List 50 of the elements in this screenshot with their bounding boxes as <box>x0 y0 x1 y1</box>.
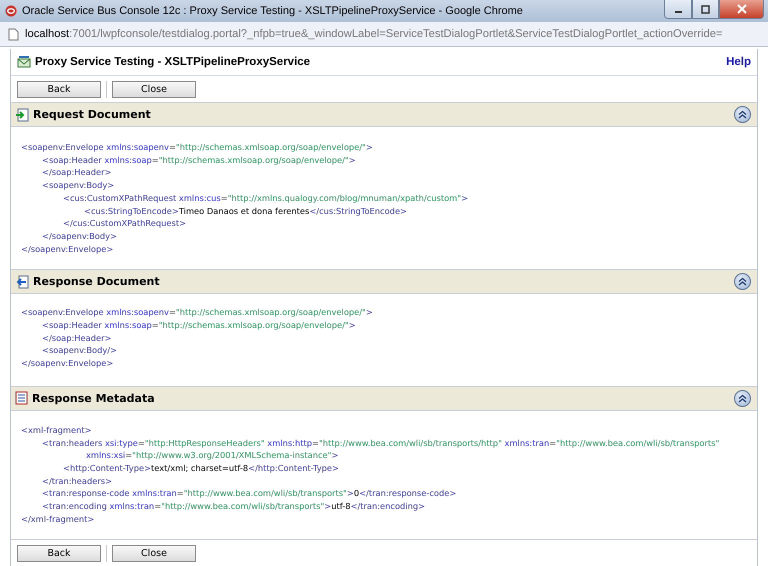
collapse-button[interactable] <box>734 390 751 407</box>
xml-line: </soapenv:Envelope> <box>21 242 114 256</box>
address-bar[interactable]: localhost:7001/lwpfconsole/testdialog.portal?_nfpb=true&_windowLabel=ServiceTestDialogPortlet&ServiceTestDialogPortlet_actionOverride= <box>0 22 768 47</box>
page-icon <box>8 28 19 40</box>
section-title: Request Document <box>33 108 152 121</box>
section-title: Response Metadata <box>32 392 156 405</box>
close-icon <box>736 4 746 14</box>
minimize-button[interactable] <box>664 0 692 19</box>
xml-line: <soapenv:Envelope xmlns:soapenv="http://schemas.xmlsoap.org/soap/envelope/"> <box>21 306 374 320</box>
back-button[interactable]: Back <box>17 80 101 98</box>
collapse-button[interactable] <box>734 273 751 290</box>
minimize-icon <box>674 11 682 13</box>
help-link[interactable]: Help <box>726 56 751 68</box>
xml-line: <soap:Header xmlns:soap="http://schemas.xmlsoap.org/soap/envelope/"> <box>41 319 357 332</box>
xml-line: <xml-fragment> <box>21 424 93 437</box>
xml-line: <cus:CustomXPathRequest xmlns:cus="http://xmlns.qualogy.com/blog/mnuman/xpath/custom"> <box>62 192 470 205</box>
xml-line: <cus:StringToEncode>Timeo Danaos et dona ferentes</cus:StringToEncode> <box>83 204 408 218</box>
xml-line: <tran:response-code xmlns:tran="http://www.bea.com/wli/sb/transports">0</tran:response-code> <box>41 487 458 500</box>
close-button[interactable]: Close <box>112 80 196 98</box>
collapse-button[interactable] <box>734 106 751 123</box>
xml-line: <http:Content-Type>text/xml; charset=utf-8</http:Content-Type> <box>62 462 340 475</box>
xml-line: <soapenv:Body/> <box>41 344 118 358</box>
xml-line: <soapenv:Envelope xmlns:soapenv="http://schemas.xmlsoap.org/soap/envelope/"> <box>21 141 374 154</box>
maximize-button[interactable] <box>692 0 719 19</box>
double-chevron-up-icon <box>738 277 747 286</box>
app-logo-icon <box>5 5 17 17</box>
maximize-icon <box>701 4 710 14</box>
url-text: localhost:7001/lwpfconsole/testdialog.portal?_nfpb=true&_windowLabel=ServiceTestDialogPortlet&ServiceTestDialogPortlet_actionOverride= <box>25 28 722 40</box>
document-icon <box>15 391 28 406</box>
envelope-icon <box>17 56 31 68</box>
xml-line: </cus:CustomXPathRequest> <box>62 217 188 230</box>
xml-line: </tran:headers> <box>41 474 114 488</box>
xml-line: <tran:headers xsi:type="http:HttpResponseHeaders" xmlns:http="http://www.bea.com/wli/sb/transports/http" xmlns:tran="http://www.bea.com/wli/sb/transports" xmlns:xsi="http://www.w3.org/2001/XMLSchema-instance"> <box>41 436 720 462</box>
document-arrow-icon <box>15 274 29 289</box>
xml-line: <soapenv:Body> <box>41 179 116 192</box>
window-title: Oracle Service Bus Console 12c : Proxy Service Testing - XSLTPipelineProxyService - Google Chrome <box>22 5 524 17</box>
xml-line: </soap:Header> <box>41 166 112 180</box>
xml-line: <soap:Header xmlns:soap="http://schemas.xmlsoap.org/soap/envelope/"> <box>41 154 357 166</box>
double-chevron-up-icon <box>738 394 747 403</box>
section-title: Response Document <box>33 275 161 288</box>
xml-line: </soapenv:Envelope> <box>21 357 114 370</box>
xml-line: </xml-fragment> <box>21 512 96 526</box>
page-title: Proxy Service Testing - XSLTPipelineProxyService <box>35 56 312 68</box>
close-button[interactable] <box>719 0 764 19</box>
xml-line: </soap:Header> <box>41 332 112 344</box>
back-button[interactable]: Back <box>17 544 101 562</box>
xml-line: <tran:encoding xmlns:tran="http://www.bea.com/wli/sb/transports">utf-8</tran:encoding> <box>41 500 426 513</box>
xml-line: </soapenv:Body> <box>41 230 118 243</box>
close-button[interactable]: Close <box>112 544 196 562</box>
double-chevron-up-icon <box>738 110 747 119</box>
